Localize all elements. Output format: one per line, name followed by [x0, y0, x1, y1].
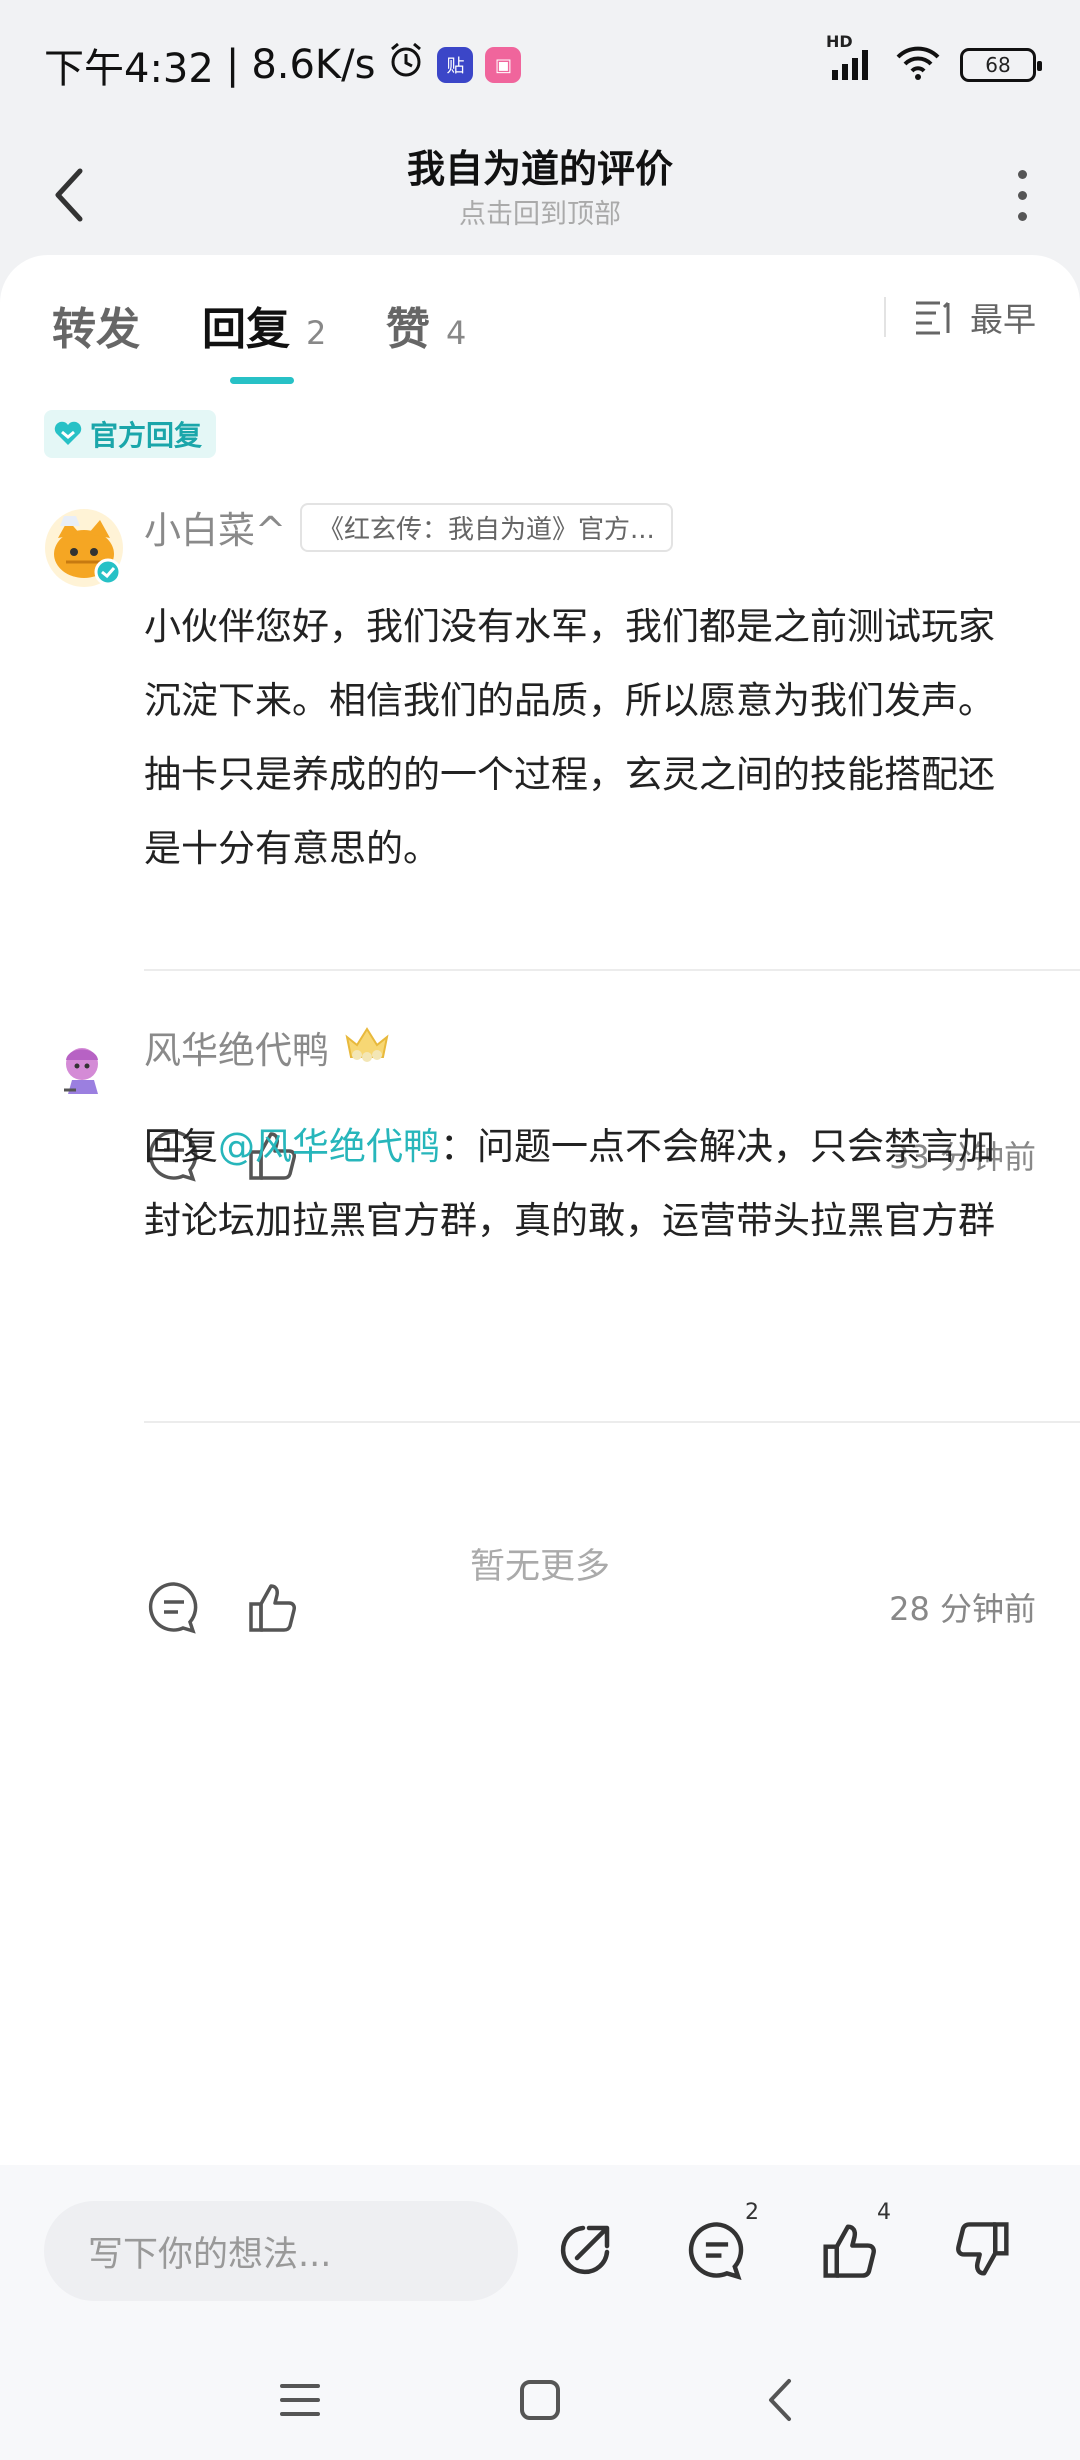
sort-label: 最早: [970, 300, 1036, 339]
more-dot-icon: [1017, 190, 1027, 200]
reply-prefix: 回复: [144, 1125, 218, 1168]
share-button[interactable]: [545, 2210, 625, 2290]
status-speed: 8.6K/s: [251, 42, 376, 88]
tab-bar: 转发 回复 2 赞 4 最早: [0, 255, 1080, 385]
no-more-label: 暂无更多: [469, 1547, 610, 1587]
status-time: 下午4:32: [44, 46, 214, 92]
page-header: 我自为道的评价 点击回到顶部: [0, 130, 1080, 260]
divider: [884, 297, 886, 337]
network-label: HD: [826, 32, 853, 51]
badge-label: 官方回复: [90, 419, 203, 452]
dislike-button[interactable]: [943, 2210, 1023, 2290]
alarm-icon: [387, 41, 425, 89]
official-reply-badge: 官方回复: [44, 410, 217, 458]
comment-time: 28 分钟前: [889, 1590, 1036, 1628]
tieba-app-icon: 贴: [437, 47, 474, 83]
wifi-icon: [894, 45, 942, 85]
more-options-button[interactable]: [1012, 155, 1032, 235]
comment-text: 小伙伴您好，我们没有水军，我们都是之前测试玩家沉淀下来。相信我们的品质，所以愿意…: [144, 605, 995, 870]
like-count-badge: 4: [877, 2200, 891, 2225]
thumbs-up-icon: [823, 2224, 876, 2278]
thumbs-down-icon: [956, 2222, 1009, 2276]
comments-card: 转发 回复 2 赞 4 最早 官方回复 小白菜^ 《红玄传：我自为道》官方...…: [0, 255, 1080, 2165]
comment-author-row: 小白菜^ 《红玄传：我自为道》官方...: [144, 500, 673, 554]
chevron-left-icon: [769, 2379, 791, 2421]
author-name[interactable]: 小白菜^: [144, 500, 286, 554]
avatar[interactable]: [44, 508, 123, 587]
status-separator: |: [225, 42, 240, 88]
comment-author-row: 风华绝代鸭: [144, 1020, 391, 1074]
divider: [144, 969, 1080, 971]
comment-bubble-icon: [688, 2222, 744, 2280]
tab-label: 回复: [202, 304, 290, 355]
tab-label: 转发: [52, 304, 140, 355]
system-nav-bar: [0, 2340, 1080, 2460]
sort-button[interactable]: 最早: [884, 293, 1036, 341]
like-button[interactable]: 4: [809, 2200, 891, 2290]
more-dot-icon: [1017, 211, 1027, 221]
scroll-to-top-hint[interactable]: 点击回到顶部: [0, 192, 1080, 231]
share-icon: [560, 2225, 610, 2275]
tab-count: 4: [446, 314, 467, 352]
comment-input[interactable]: 写下你的想法...: [44, 2201, 518, 2301]
tab-count: 2: [306, 314, 327, 352]
tab-replies[interactable]: 回复 2: [202, 293, 326, 357]
avatar[interactable]: [44, 1028, 123, 1107]
mention-link[interactable]: @风华绝代鸭: [218, 1125, 440, 1168]
tab-forward[interactable]: 转发: [52, 293, 140, 357]
comment-text: 回复@风华绝代鸭：问题一点不会解决，只会禁言加封论坛加拉黑官方群，真的敢，运营带…: [144, 1110, 1024, 1258]
signal-icon: HD: [826, 32, 876, 84]
bottom-action-bar: 写下你的想法... 2 4: [0, 2165, 1080, 2340]
menu-button[interactable]: [265, 2370, 335, 2430]
battery-indicator: 68: [960, 48, 1042, 82]
comment-count-badge: 2: [745, 2200, 759, 2225]
verified-heart-icon: [54, 421, 82, 445]
home-button[interactable]: [505, 2370, 575, 2430]
home-square-icon: [520, 2380, 560, 2420]
page-title: 我自为道的评价: [406, 147, 673, 191]
more-dot-icon: [1017, 169, 1027, 179]
status-bar: 下午4:32 | 8.6K/s 贴 ▣ HD 68: [0, 0, 1080, 130]
crown-badge-icon: [343, 1023, 391, 1072]
author-game-tag[interactable]: 《红玄传：我自为道》官方...: [300, 502, 673, 552]
sort-icon: [916, 301, 950, 335]
active-tab-indicator: [230, 377, 294, 384]
comments-button[interactable]: 2: [677, 2200, 759, 2290]
author-name[interactable]: 风华绝代鸭: [144, 1020, 329, 1074]
tab-label: 赞: [386, 304, 430, 355]
tab-likes[interactable]: 赞 4: [386, 293, 466, 357]
bilibili-app-icon: ▣: [485, 47, 522, 83]
divider: [144, 1421, 1080, 1423]
menu-icon: [280, 2384, 320, 2416]
system-back-button[interactable]: [745, 2370, 815, 2430]
